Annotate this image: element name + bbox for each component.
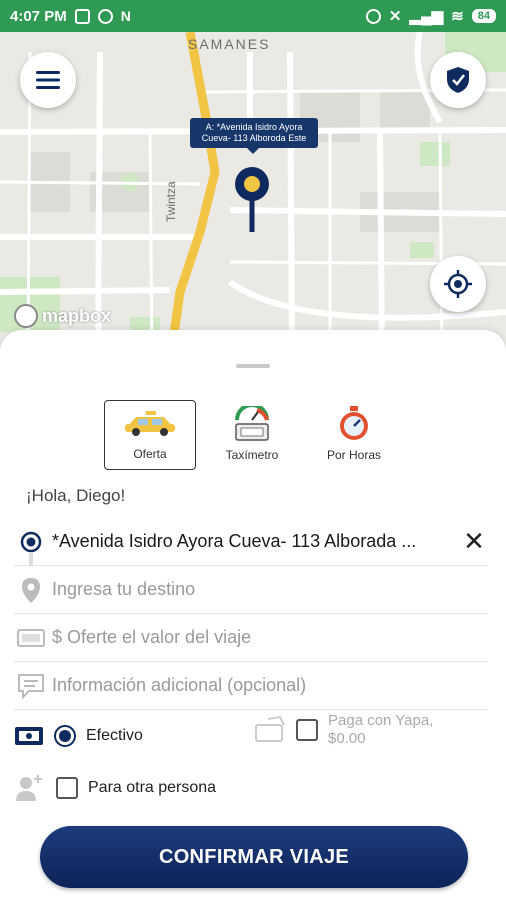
cash-payment-icon bbox=[15, 727, 43, 745]
mode-taximetro[interactable]: Taxímetro bbox=[206, 400, 298, 470]
alarm-icon bbox=[365, 8, 381, 24]
confirm-ride-button[interactable]: CONFIRMAR VIAJE bbox=[40, 826, 468, 888]
destination-pin-icon bbox=[22, 577, 40, 603]
mute-icon: ✕ bbox=[388, 8, 402, 25]
cash-icon bbox=[17, 628, 45, 647]
cash-radio[interactable] bbox=[54, 725, 76, 747]
greeting-text: ¡Hola, Diego! bbox=[26, 486, 126, 505]
n-icon: N bbox=[120, 8, 131, 24]
safety-button[interactable] bbox=[430, 52, 486, 108]
destination-input[interactable]: Ingresa tu destino bbox=[48, 579, 488, 600]
mapbox-icon bbox=[14, 304, 38, 328]
mode-por-horas[interactable]: Por Horas bbox=[308, 400, 400, 470]
payment-row: Efectivo Paga con Yapa, $0.00 bbox=[14, 712, 488, 756]
status-bar: 4:07 PM N ✕ ▂▄▆ ≋ 84 bbox=[0, 0, 506, 32]
whatsapp-icon bbox=[97, 8, 113, 24]
battery-icon: 84 bbox=[471, 9, 496, 23]
ride-mode-selector: Oferta Taxímetro Por Horas bbox=[104, 400, 410, 470]
wifi-icon: ≋ bbox=[451, 8, 464, 25]
destination-field[interactable]: Ingresa tu destino bbox=[14, 566, 488, 614]
yapa-wallet-icon bbox=[255, 715, 285, 742]
signal-icon: ▂▄▆ bbox=[409, 8, 444, 25]
sheet-drag-handle[interactable] bbox=[236, 364, 270, 368]
ride-request-sheet: Oferta Taxímetro Por Horas ¡Hola, Diego!… bbox=[0, 330, 506, 900]
taxi-icon bbox=[124, 405, 176, 441]
other-person-label[interactable]: Para otra persona bbox=[88, 779, 216, 797]
other-person-row: Para otra persona bbox=[14, 768, 488, 808]
yapa-balance: $0.00 bbox=[328, 730, 366, 747]
info-field[interactable]: Información adicional (opcional) bbox=[14, 662, 488, 710]
yapa-checkbox[interactable] bbox=[296, 719, 318, 741]
crosshair-icon bbox=[444, 270, 472, 298]
mode-label: Taxímetro bbox=[225, 448, 279, 462]
cash-label[interactable]: Efectivo bbox=[86, 727, 143, 745]
my-location-button[interactable] bbox=[430, 256, 486, 312]
offer-input[interactable]: $ Oferte el valor del viaje bbox=[48, 627, 488, 648]
other-person-checkbox[interactable] bbox=[56, 777, 78, 799]
stopwatch-icon bbox=[336, 406, 372, 442]
map-label-samanes: SAMANES bbox=[188, 36, 271, 52]
clear-origin-icon[interactable]: ✕ bbox=[460, 526, 488, 556]
origin-address[interactable]: *Avenida Isidro Ayora Cueva- 113 Alborad… bbox=[48, 531, 460, 552]
add-person-icon bbox=[16, 775, 42, 801]
status-time: 4:07 PM bbox=[10, 7, 67, 25]
mode-label: Oferta bbox=[133, 447, 167, 461]
origin-field[interactable]: *Avenida Isidro Ayora Cueva- 113 Alborad… bbox=[14, 518, 488, 566]
menu-button[interactable] bbox=[20, 52, 76, 108]
info-input[interactable]: Información adicional (opcional) bbox=[48, 675, 488, 696]
map-label-twintza: Twintza bbox=[164, 181, 178, 222]
yapa-option[interactable]: Paga con Yapa, $0.00 bbox=[254, 712, 433, 748]
origin-dot-icon bbox=[20, 531, 42, 566]
mapbox-text: mapbox bbox=[42, 305, 112, 326]
mode-oferta[interactable]: Oferta bbox=[104, 400, 196, 470]
taximeter-icon bbox=[233, 406, 271, 442]
mapbox-attribution[interactable]: mapbox bbox=[14, 304, 111, 328]
shield-check-icon bbox=[447, 67, 469, 93]
yapa-label: Paga con Yapa, bbox=[328, 712, 434, 729]
offer-field[interactable]: $ Oferte el valor del viaje bbox=[14, 614, 488, 662]
hamburger-icon bbox=[36, 71, 60, 89]
image-icon bbox=[74, 8, 90, 24]
comment-icon bbox=[18, 673, 44, 699]
mode-label: Por Horas bbox=[326, 448, 382, 462]
pin-tooltip: A: *Avenida Isidro Ayora Cueva- 113 Albo… bbox=[190, 118, 318, 154]
